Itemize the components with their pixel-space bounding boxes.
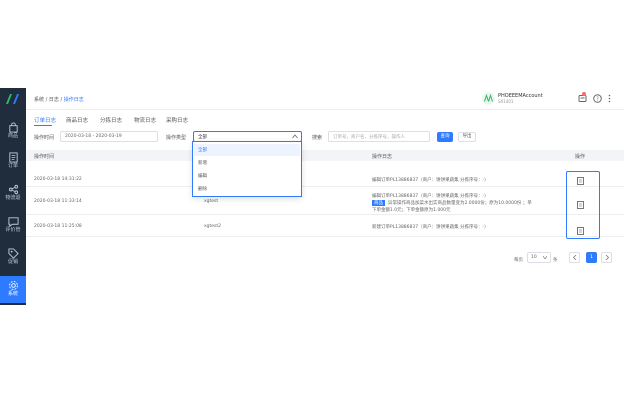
gear-icon — [8, 281, 18, 290]
type-option-all[interactable]: 全部 — [194, 144, 300, 156]
table-header: 操作时间 操作日志 操作 — [26, 150, 624, 161]
message-icon — [7, 217, 19, 227]
page-number-button[interactable]: 1 — [586, 252, 597, 263]
row-detail: 新建订单PL13886837（商户：饼饼果蔬集 分拣序号：-） — [372, 225, 489, 230]
user-code: SX1401 — [498, 99, 514, 104]
sidebar-item-system[interactable]: 系统 — [0, 276, 26, 303]
row-time: 2020-03-18 14:31:22 — [34, 177, 82, 182]
search-label: 搜索 — [312, 135, 323, 141]
chevron-left-icon — [572, 254, 576, 261]
tab-logistics-log[interactable]: 物流日志 — [134, 116, 156, 124]
chevron-right-icon — [605, 254, 609, 261]
breadcrumb-mid[interactable]: 日志 — [49, 97, 59, 103]
help-icon[interactable]: ? — [593, 94, 602, 103]
date-range-picker[interactable]: 2020-03-18 - 2020-03-19 — [60, 131, 158, 142]
type-option-edit[interactable]: 编辑 — [194, 170, 300, 182]
header-detail: 操作日志 — [372, 154, 393, 160]
search-input[interactable]: 订单号，商户名，分拣序号，操作人 — [328, 131, 430, 142]
row-time: 2020-03-18 11:33:14 — [34, 199, 82, 204]
tab-order-log[interactable]: 订单日志 — [34, 116, 56, 124]
per-page-select[interactable]: 10 — [527, 252, 551, 263]
tab-sorting-log[interactable]: 分拣日志 — [100, 116, 122, 124]
notification-badge — [582, 92, 586, 96]
table-row: 2020-03-18 11:25:08 xgtest2 新建订单PL138868… — [26, 215, 624, 237]
sidebar-item-label: 物流退 — [5, 195, 21, 201]
per-page-label: 每页 — [514, 258, 523, 263]
breadcrumb-root[interactable]: 系统 — [34, 97, 44, 103]
per-page-value: 10 — [531, 255, 537, 260]
per-page-unit: 条 — [553, 258, 558, 263]
sidebar-item-label: 系统 — [7, 291, 18, 297]
sidebar-item-label: 商品 — [7, 133, 18, 139]
user-menu[interactable]: PHOEEEMAccount SX1401 — [482, 92, 572, 106]
document-icon — [8, 152, 18, 163]
share-icon — [8, 184, 18, 195]
sidebar-item-label: 评价管 — [5, 227, 21, 233]
prev-page-button[interactable] — [569, 252, 580, 263]
type-option-add[interactable]: 新增 — [194, 157, 300, 169]
header-action: 操作 — [575, 154, 586, 160]
tab-goods-log[interactable]: 商品日志 — [66, 116, 88, 124]
top-bar: 系统 / 日志 / 操作日志 PHOEEEMAccount SX1401 ? — [26, 88, 624, 110]
svg-text:?: ? — [596, 96, 599, 102]
avatar — [482, 92, 495, 105]
sidebar-item-reviews[interactable]: 评价管 — [0, 212, 26, 238]
sidebar-item-label: 促销 — [7, 259, 18, 265]
sidebar-item-label: 订单 — [7, 163, 18, 169]
app-window: 商品 订单 物流退 评价管 促销 系统 系统 / 日志 / 操作日志 PHOEE… — [0, 88, 624, 305]
row-operator: xgtest2 — [204, 224, 222, 229]
type-option-delete[interactable]: 删除 — [194, 183, 300, 195]
export-button[interactable]: 导出 — [458, 132, 476, 142]
sidebar-item-goods[interactable]: 商品 — [0, 118, 26, 144]
row-operator: xgtest — [204, 199, 219, 204]
breadcrumb-current: 操作日志 — [63, 97, 84, 103]
sidebar-item-promotions[interactable]: 促销 — [0, 244, 26, 270]
chevron-up-icon — [292, 134, 298, 139]
bag-icon — [8, 122, 18, 133]
more-icon[interactable] — [605, 94, 614, 103]
tab-purchase-log[interactable]: 采购日志 — [166, 116, 188, 124]
row-detail-line2: 异常操作商品加菜水出实商品数量变为2.0000份；原为10.0000份 ；单 — [388, 201, 532, 206]
table-row: 2020-03-18 14:31:22 编辑订单PL13886837（商户：饼饼… — [26, 161, 624, 187]
row-detail: 编辑订单PL13886837（商户：饼饼果蔬集 分拣序号：-） — [372, 178, 489, 183]
row-detail-line3: 下单金额1.0元；下单金额原为1.000元 — [372, 208, 451, 213]
sidebar: 商品 订单 物流退 评价管 促销 系统 — [0, 88, 26, 305]
row-detail-highlight: 商品 — [372, 200, 385, 206]
type-select-value: 全部 — [198, 135, 207, 140]
chevron-down-icon — [543, 256, 547, 259]
logo-icon — [6, 94, 19, 104]
header-time: 操作时间 — [34, 154, 55, 160]
tag-icon — [7, 248, 19, 259]
row-detail-line1: 编辑订单PL13886837（商户：饼饼果蔬集 分拣序号：-） — [372, 194, 489, 199]
tab-active-indicator — [34, 125, 52, 126]
row-time: 2020-03-18 11:25:08 — [34, 224, 82, 229]
breadcrumb: 系统 / 日志 / 操作日志 — [34, 97, 84, 103]
sidebar-item-logistics[interactable]: 物流退 — [0, 180, 26, 206]
table-row: 2020-03-18 11:33:14 xgtest 编辑订单PL1388683… — [26, 187, 624, 215]
time-label: 操作时间 — [34, 135, 55, 141]
type-dropdown: 全部 新增 编辑 删除 — [192, 141, 302, 197]
action-column-highlight — [566, 171, 600, 239]
type-label: 操作类型 — [166, 135, 187, 141]
search-button[interactable]: 查询 — [437, 132, 453, 142]
next-page-button[interactable] — [601, 252, 612, 263]
sidebar-item-orders[interactable]: 订单 — [0, 148, 26, 174]
